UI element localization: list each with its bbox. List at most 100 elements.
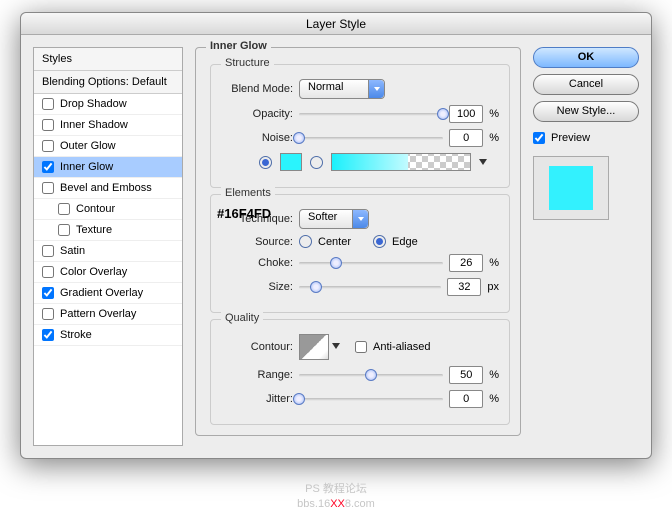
preview-checkbox[interactable] <box>533 132 545 144</box>
new-style-button[interactable]: New Style... <box>533 101 639 122</box>
source-edge-radio[interactable] <box>373 235 386 248</box>
source-center-label: Center <box>318 236 351 248</box>
blend-mode-select[interactable]: Normal <box>299 79 385 99</box>
chevron-down-icon <box>368 80 384 98</box>
checkbox-inner-shadow[interactable] <box>42 119 54 131</box>
elements-legend: Elements <box>221 187 275 199</box>
main-panel: Inner Glow Structure Blend Mode: Normal … <box>195 47 521 446</box>
sidebar-label: Pattern Overlay <box>60 308 136 320</box>
cancel-button[interactable]: Cancel <box>533 74 639 95</box>
glow-color-swatch[interactable] <box>280 153 302 171</box>
sidebar-item-satin[interactable]: Satin <box>34 241 182 262</box>
sidebar-item-color-overlay[interactable]: Color Overlay <box>34 262 182 283</box>
sidebar-item-outer-glow[interactable]: Outer Glow <box>34 136 182 157</box>
jitter-unit: % <box>489 393 499 405</box>
quality-legend: Quality <box>221 312 263 324</box>
sidebar-item-pattern-overlay[interactable]: Pattern Overlay <box>34 304 182 325</box>
checkbox-outer-glow[interactable] <box>42 140 54 152</box>
sidebar-item-stroke[interactable]: Stroke <box>34 325 182 346</box>
quality-group: Quality Contour: Anti-aliased Range: 50 … <box>210 319 510 425</box>
preview-thumbnail <box>533 156 609 220</box>
glow-color-radio[interactable] <box>259 156 272 169</box>
jitter-slider[interactable] <box>299 392 443 406</box>
checkbox-stroke[interactable] <box>42 329 54 341</box>
checkbox-satin[interactable] <box>42 245 54 257</box>
sidebar-label: Outer Glow <box>60 140 116 152</box>
chevron-down-icon <box>332 343 340 349</box>
checkbox-inner-glow[interactable] <box>42 161 54 173</box>
sidebar-item-inner-shadow[interactable]: Inner Shadow <box>34 115 182 136</box>
checkbox-texture[interactable] <box>58 224 70 236</box>
chevron-down-icon[interactable] <box>479 159 487 165</box>
choke-slider[interactable] <box>299 256 443 270</box>
sidebar-item-inner-glow[interactable]: Inner Glow <box>34 157 182 178</box>
blending-options-item[interactable]: Blending Options: Default <box>34 71 182 94</box>
chevron-down-icon <box>352 210 368 228</box>
sidebar-label: Drop Shadow <box>60 98 127 110</box>
sidebar-label: Stroke <box>60 329 92 341</box>
checkbox-bevel-emboss[interactable] <box>42 182 54 194</box>
checkbox-color-overlay[interactable] <box>42 266 54 278</box>
sidebar-item-gradient-overlay[interactable]: Gradient Overlay <box>34 283 182 304</box>
preview-swatch <box>549 166 593 210</box>
button-column: OK Cancel New Style... Preview <box>533 47 639 446</box>
watermark-line1: PS 教程论坛 <box>0 482 672 497</box>
checkbox-drop-shadow[interactable] <box>42 98 54 110</box>
watermark-line2: bbs.16XX8.com <box>0 497 672 512</box>
antialiased-label: Anti-aliased <box>373 341 430 353</box>
checkbox-gradient-overlay[interactable] <box>42 287 54 299</box>
contour-label: Contour: <box>221 341 293 353</box>
sidebar-item-drop-shadow[interactable]: Drop Shadow <box>34 94 182 115</box>
range-input[interactable]: 50 <box>449 366 483 384</box>
technique-value: Softer <box>308 211 337 223</box>
structure-legend: Structure <box>221 57 274 69</box>
size-unit: px <box>487 281 499 293</box>
noise-slider[interactable] <box>299 131 443 145</box>
inner-glow-group: Inner Glow Structure Blend Mode: Normal … <box>195 47 521 436</box>
ok-button[interactable]: OK <box>533 47 639 68</box>
sidebar-item-texture[interactable]: Texture <box>34 220 182 241</box>
sidebar-label: Color Overlay <box>60 266 127 278</box>
color-hex-annotation: #16F4FD <box>217 206 271 221</box>
styles-sidebar: Styles Blending Options: Default Drop Sh… <box>33 47 183 446</box>
range-slider[interactable] <box>299 368 443 382</box>
structure-group: Structure Blend Mode: Normal Opacity: 10… <box>210 64 510 188</box>
antialiased-checkbox[interactable] <box>355 341 367 353</box>
range-unit: % <box>489 369 499 381</box>
sidebar-label: Satin <box>60 245 85 257</box>
blend-mode-value: Normal <box>308 81 343 93</box>
opacity-slider[interactable] <box>299 107 443 121</box>
jitter-input[interactable]: 0 <box>449 390 483 408</box>
glow-gradient-preview[interactable] <box>331 153 471 171</box>
contour-picker[interactable] <box>299 334 329 360</box>
noise-input[interactable]: 0 <box>449 129 483 147</box>
size-label: Size: <box>221 281 293 293</box>
range-label: Range: <box>221 369 293 381</box>
sidebar-label: Inner Glow <box>60 161 113 173</box>
window-title: Layer Style <box>21 13 651 35</box>
sidebar-label: Inner Shadow <box>60 119 128 131</box>
glow-gradient-radio[interactable] <box>310 156 323 169</box>
source-label: Source: <box>221 236 293 248</box>
sidebar-styles-header[interactable]: Styles <box>34 48 182 71</box>
size-input[interactable]: 32 <box>447 278 481 296</box>
choke-unit: % <box>489 257 499 269</box>
preview-label: Preview <box>551 132 590 144</box>
choke-label: Choke: <box>221 257 293 269</box>
source-edge-label: Edge <box>392 236 418 248</box>
choke-input[interactable]: 26 <box>449 254 483 272</box>
watermark: PS 教程论坛 bbs.16XX8.com <box>0 482 672 513</box>
checkbox-pattern-overlay[interactable] <box>42 308 54 320</box>
size-slider[interactable] <box>299 280 441 294</box>
technique-select[interactable]: Softer <box>299 209 369 229</box>
opacity-input[interactable]: 100 <box>449 105 483 123</box>
source-center-radio[interactable] <box>299 235 312 248</box>
sidebar-item-bevel-emboss[interactable]: Bevel and Emboss <box>34 178 182 199</box>
sidebar-label: Bevel and Emboss <box>60 182 152 194</box>
opacity-label: Opacity: <box>221 108 293 120</box>
sidebar-label: Texture <box>76 224 112 236</box>
panel-title: Inner Glow <box>206 40 271 52</box>
opacity-unit: % <box>489 108 499 120</box>
checkbox-contour[interactable] <box>58 203 70 215</box>
sidebar-item-contour[interactable]: Contour <box>34 199 182 220</box>
